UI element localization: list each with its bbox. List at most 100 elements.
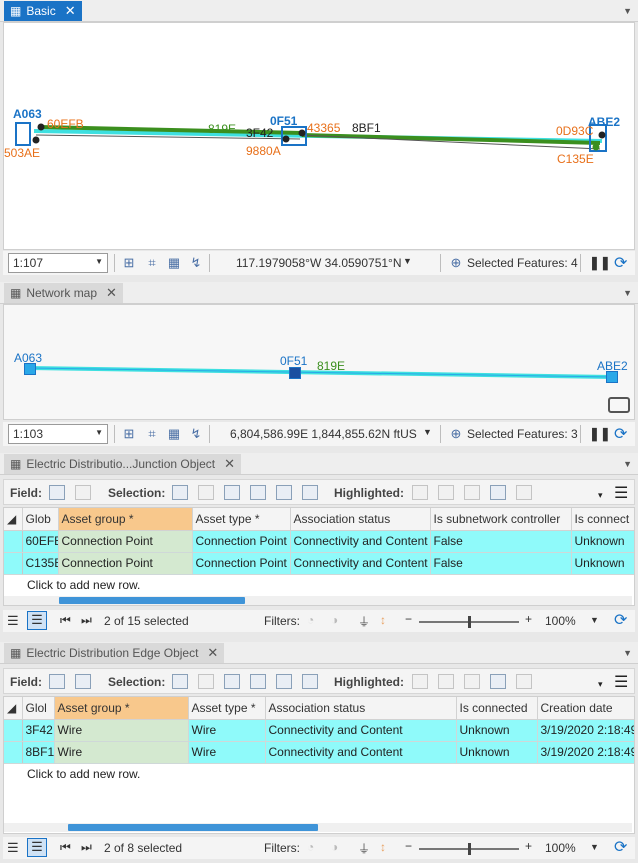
table-cell[interactable]: False <box>430 552 572 575</box>
zoom-slider-knob[interactable] <box>468 843 471 855</box>
table1-horizontal-scrollbar[interactable] <box>4 596 632 605</box>
row-header[interactable] <box>4 552 23 575</box>
column-header[interactable]: Is subnetwork controller <box>430 508 572 531</box>
row-header[interactable] <box>4 719 23 742</box>
table-cell[interactable]: Unknown <box>571 552 634 575</box>
zoom-out-icon[interactable]: − <box>405 839 412 853</box>
highlight-switch-icon[interactable] <box>490 485 506 500</box>
chevron-down-icon[interactable]: ▼ <box>623 459 632 469</box>
table-cell[interactable]: Wire <box>188 719 266 742</box>
grid-snap-icon[interactable]: ⊞ <box>121 426 137 442</box>
refresh-icon[interactable]: ⟳ <box>614 424 627 444</box>
close-icon[interactable]: ✕ <box>106 285 117 301</box>
map2-canvas[interactable]: A063 0F51 819E ABE2 <box>3 304 635 420</box>
chevron-down-icon[interactable]: ▼ <box>623 6 632 16</box>
scrollbar-thumb[interactable] <box>68 824 318 831</box>
highlight-switch-icon[interactable] <box>490 674 506 689</box>
junction-60efb[interactable] <box>37 123 45 131</box>
grid-icon[interactable]: ▦ <box>166 426 182 442</box>
junction-c135e[interactable] <box>592 143 600 151</box>
column-header[interactable]: Asset group * <box>58 508 193 531</box>
delete-selection-icon[interactable] <box>276 485 292 500</box>
filter-icon[interactable]: ⏚ <box>358 613 370 630</box>
table-row[interactable]: 8BF1 Wire Wire Connectivity and Content … <box>4 741 634 764</box>
tab-junction-object[interactable]: ▦ Electric Distributio...Junction Object… <box>4 454 241 474</box>
selected-features-count[interactable]: Selected Features: 3 <box>467 427 578 441</box>
zoom-level[interactable]: 100% <box>545 614 576 628</box>
clear-selection-icon[interactable] <box>250 485 266 500</box>
select-by-attributes-icon[interactable] <box>172 674 188 689</box>
table-cell[interactable]: Connection Point <box>58 552 193 575</box>
table-cell[interactable]: 3/19/2020 2:18:49 P <box>537 741 634 764</box>
row-header[interactable] <box>4 741 23 764</box>
chevron-down-icon[interactable]: ▾ <box>598 679 603 690</box>
scrollbar-thumb[interactable] <box>59 597 245 604</box>
scale-select[interactable]: 1:107 ▼ <box>8 253 108 273</box>
add-field-icon[interactable] <box>49 674 65 689</box>
zoom-out-icon[interactable]: − <box>405 612 412 626</box>
column-header[interactable]: Association status <box>290 508 431 531</box>
junction-43365[interactable] <box>298 129 306 137</box>
column-header[interactable]: Asset type * <box>192 508 291 531</box>
refresh-icon[interactable]: ⟳ <box>614 610 627 630</box>
column-header[interactable]: Glol <box>22 697 55 720</box>
add-row-prompt[interactable]: Click to add new row. <box>27 578 140 592</box>
table-cell[interactable]: 3F42 <box>22 719 55 742</box>
north-arrow-icon[interactable]: ↯ <box>188 426 204 442</box>
table-cell[interactable]: Wire <box>188 741 266 764</box>
table-cell[interactable]: 60EFB <box>22 530 59 553</box>
table-cell[interactable]: Wire <box>54 741 189 764</box>
tab-basic[interactable]: ▦ Basic ✕ <box>4 1 82 21</box>
switch-selection-icon[interactable] <box>224 674 240 689</box>
table-cell[interactable]: Connection Point <box>58 530 193 553</box>
close-icon[interactable]: ✕ <box>207 645 218 661</box>
north-arrow-icon[interactable]: ↯ <box>188 255 204 271</box>
chevron-down-icon[interactable]: ▼ <box>590 615 599 625</box>
junction-9880a[interactable] <box>282 135 290 143</box>
last-record-icon[interactable]: ⏭ <box>81 840 92 855</box>
node-0f51[interactable] <box>289 367 301 379</box>
table-cell[interactable]: 8BF1 <box>22 741 55 764</box>
selected-features-icon[interactable]: ⊕ <box>448 426 464 442</box>
column-header[interactable]: Is connected <box>456 697 538 720</box>
table-cell[interactable]: Connectivity and Content <box>265 719 457 742</box>
chevron-down-icon[interactable]: ▼ <box>590 842 599 852</box>
copy-selection-icon[interactable] <box>302 485 318 500</box>
menu-icon[interactable]: ☰ <box>614 483 628 503</box>
table-cell[interactable]: Connectivity and Content <box>290 530 431 553</box>
chevron-down-icon[interactable]: ▼ <box>623 288 632 298</box>
table-cell[interactable]: Connectivity and Content <box>290 552 431 575</box>
table-cell[interactable]: Unknown <box>456 741 538 764</box>
table-cell[interactable]: Connection Point <box>192 552 291 575</box>
table-cell[interactable]: Wire <box>54 719 189 742</box>
calculate-field-icon[interactable] <box>75 674 91 689</box>
add-field-icon[interactable] <box>49 485 65 500</box>
selected-features-count[interactable]: Selected Features: 4 <box>467 256 578 270</box>
close-icon[interactable]: ✕ <box>224 456 235 472</box>
table-row[interactable]: 3F42 Wire Wire Connectivity and Content … <box>4 719 634 742</box>
chevron-down-icon[interactable]: ▾ <box>598 490 603 501</box>
column-header[interactable]: Asset group * <box>54 697 189 720</box>
table-view-icon[interactable]: ☰ <box>7 613 19 629</box>
zoom-in-icon[interactable]: + <box>525 839 532 853</box>
chevron-down-icon[interactable]: ▼ <box>423 427 432 437</box>
pause-icon[interactable]: ❚❚ <box>589 255 611 271</box>
zoom-level[interactable]: 100% <box>545 841 576 855</box>
column-header[interactable]: Creation date <box>537 697 634 720</box>
chevron-down-icon[interactable]: ▼ <box>403 256 412 266</box>
table-cell[interactable]: Unknown <box>571 530 634 553</box>
junction-0d93c[interactable] <box>598 131 606 139</box>
table-cell[interactable]: False <box>430 530 572 553</box>
table-cell[interactable]: C135E <box>22 552 59 575</box>
map1-canvas[interactable]: A063 60EFB 503AE 819E 3F42 0F51 43365 98… <box>3 22 635 250</box>
table-row[interactable]: C135E Connection Point Connection Point … <box>4 552 634 575</box>
close-icon[interactable]: ✕ <box>65 3 76 19</box>
grid-snap-icon[interactable]: ⊞ <box>121 255 137 271</box>
tab-edge-object[interactable]: ▦ Electric Distribution Edge Object ✕ <box>4 643 225 663</box>
table-view-icon[interactable]: ☰ <box>7 840 19 856</box>
table-cell[interactable]: Connectivity and Content <box>265 741 457 764</box>
constraint-icon[interactable]: ⌗ <box>144 426 160 442</box>
first-record-icon[interactable]: ⏮ <box>60 840 71 855</box>
column-header[interactable]: Is connect <box>571 508 634 531</box>
add-row-prompt[interactable]: Click to add new row. <box>27 767 140 781</box>
